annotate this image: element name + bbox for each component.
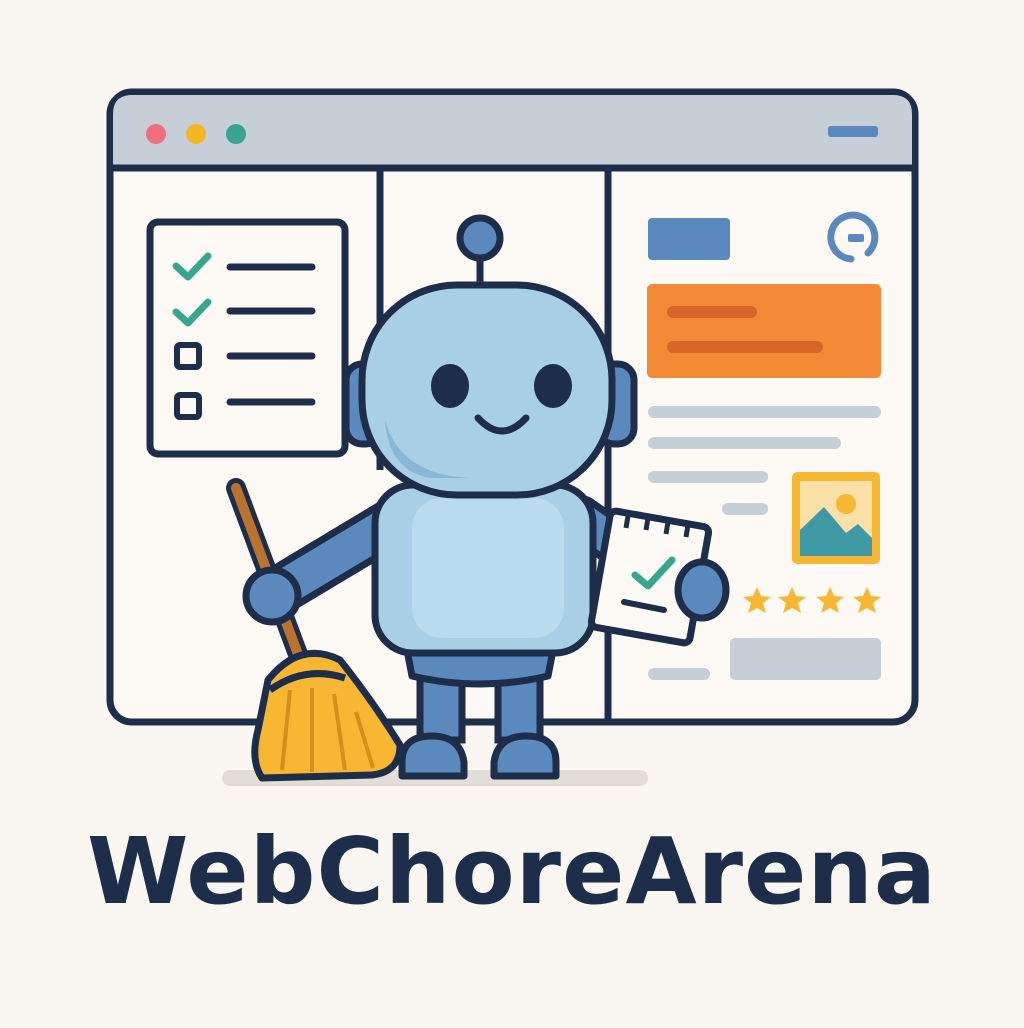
minimize-dot-icon — [186, 124, 206, 144]
foot-left — [398, 732, 468, 780]
hand-right — [674, 558, 730, 622]
antenna-icon — [456, 214, 504, 262]
banner-block — [647, 284, 881, 378]
header-block — [648, 218, 730, 260]
image-placeholder-icon — [792, 472, 880, 564]
eye-left — [431, 364, 469, 408]
eye-right — [534, 364, 572, 408]
logo-title: WebChoreArena — [87, 818, 937, 925]
hand-left — [242, 566, 302, 626]
close-dot-icon — [146, 124, 166, 144]
robot-head — [358, 281, 616, 499]
button-block — [730, 638, 881, 680]
checklist-icon — [146, 218, 349, 458]
foot-right — [490, 732, 560, 780]
maximize-dot-icon — [226, 124, 246, 144]
menu-bar-icon — [828, 126, 878, 137]
